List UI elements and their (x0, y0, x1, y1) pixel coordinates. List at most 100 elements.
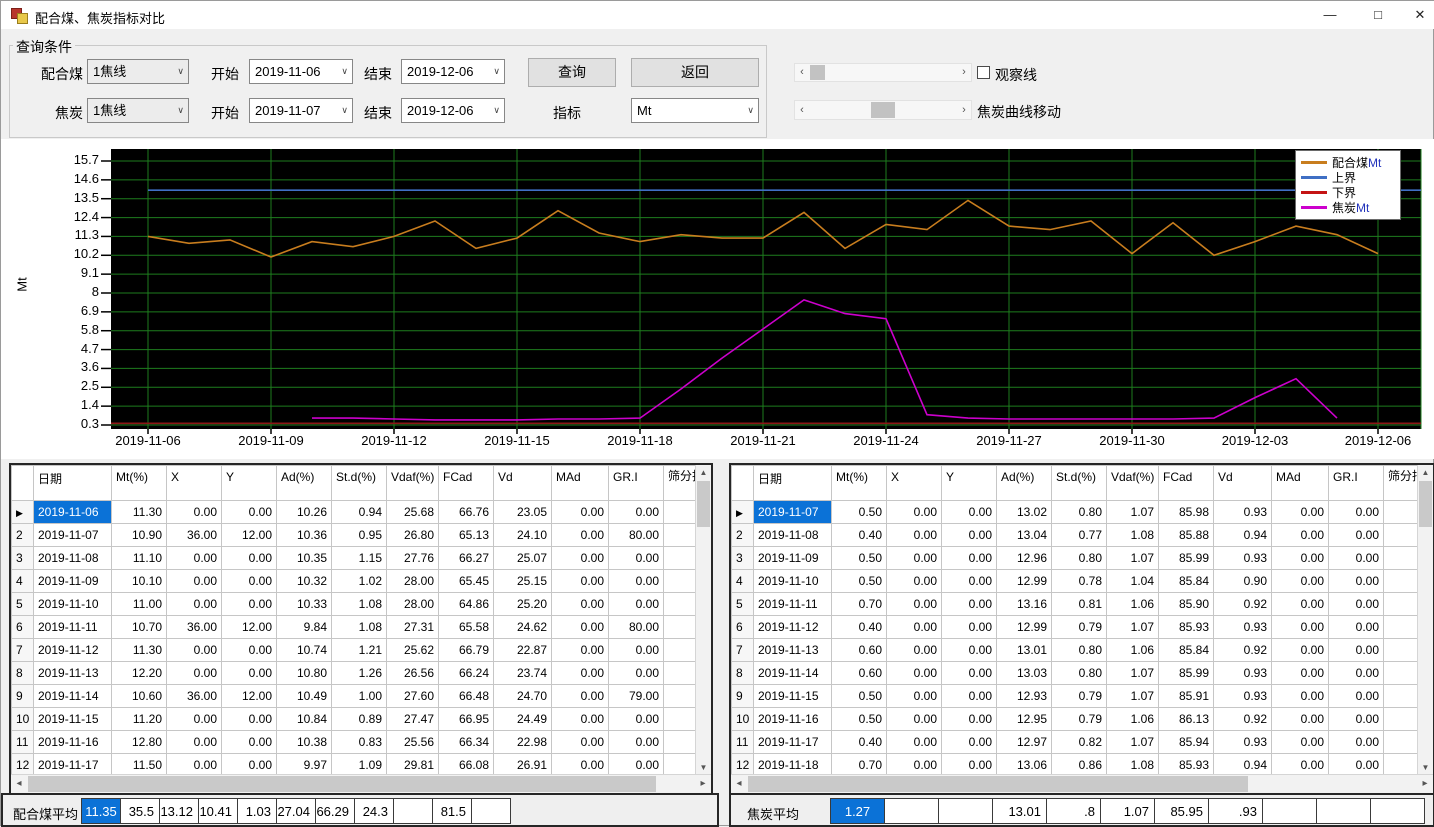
column-header[interactable]: 日期 (34, 466, 112, 501)
close-button[interactable]: ✕ (1402, 1, 1434, 29)
table-cell[interactable]: 0.00 (942, 501, 997, 524)
table-cell[interactable]: 10.84 (277, 708, 332, 731)
row-header[interactable]: 8 (732, 662, 754, 685)
table-cell[interactable]: 0.00 (222, 708, 277, 731)
table-cell[interactable]: 0.00 (1329, 547, 1384, 570)
table-cell[interactable]: 1.06 (1107, 708, 1159, 731)
scroll-right-icon[interactable]: ▸ (695, 775, 711, 793)
table-cell[interactable]: 27.31 (387, 616, 439, 639)
table-cell[interactable]: 10.90 (112, 524, 167, 547)
row-header[interactable]: 6 (732, 616, 754, 639)
table-cell[interactable]: 0. (664, 524, 697, 547)
table-cell[interactable]: 66.27 (439, 547, 494, 570)
table-cell[interactable]: 0.00 (222, 547, 277, 570)
column-header[interactable]: X (167, 466, 222, 501)
table-cell[interactable]: 0.00 (942, 708, 997, 731)
table-cell[interactable]: 66.34 (439, 731, 494, 754)
table-cell[interactable]: 0.00 (167, 754, 222, 776)
table-cell[interactable]: 0.90 (1214, 570, 1272, 593)
table-cell[interactable]: 0. (1384, 708, 1419, 731)
table-cell[interactable]: 0.00 (552, 501, 609, 524)
table-cell[interactable]: 0. (664, 662, 697, 685)
scroll-up-icon[interactable]: ▲ (1418, 465, 1433, 480)
average-cell[interactable]: 27.04 (276, 798, 316, 824)
row-header[interactable]: 9 (732, 685, 754, 708)
table-cell[interactable]: 0.00 (167, 639, 222, 662)
coke-series-select[interactable]: 1焦线 ∨ (87, 98, 189, 123)
table-cell[interactable]: 0.00 (167, 662, 222, 685)
table-cell[interactable]: 85.94 (1159, 731, 1214, 754)
table-cell[interactable]: 0.00 (552, 616, 609, 639)
row-header[interactable]: 5 (732, 593, 754, 616)
table-cell[interactable]: 1.07 (1107, 662, 1159, 685)
table-cell[interactable]: 12.20 (112, 662, 167, 685)
column-header[interactable]: St.d(%) (1052, 466, 1107, 501)
row-header[interactable]: 7 (12, 639, 34, 662)
table-cell[interactable]: 0.00 (167, 731, 222, 754)
table-cell[interactable]: 0. (664, 570, 697, 593)
table-cell[interactable]: 66.95 (439, 708, 494, 731)
table-cell[interactable]: 28.00 (387, 593, 439, 616)
column-header[interactable]: FCad (439, 466, 494, 501)
table-cell[interactable]: 0. (664, 501, 697, 524)
column-header[interactable]: Ad(%) (997, 466, 1052, 501)
column-header[interactable]: Ad(%) (277, 466, 332, 501)
table-cell[interactable]: 0.00 (1272, 662, 1329, 685)
table-cell[interactable]: 10.60 (112, 685, 167, 708)
table-cell[interactable]: 0.00 (1329, 731, 1384, 754)
table-cell[interactable]: 0.00 (1272, 708, 1329, 731)
table-cell[interactable]: 0.00 (222, 570, 277, 593)
table-cell[interactable]: 23.74 (494, 662, 552, 685)
table-cell[interactable]: 66.08 (439, 754, 494, 776)
table-cell[interactable]: 1.06 (1107, 639, 1159, 662)
row-header[interactable]: 11 (732, 731, 754, 754)
table-cell[interactable]: 2019-11-08 (754, 524, 832, 547)
table-cell[interactable]: 0.00 (942, 754, 997, 776)
blend-series-select[interactable]: 1焦线 ∨ (87, 59, 189, 84)
scrollbar-thumb[interactable] (748, 776, 1248, 792)
table-cell[interactable]: 10.74 (277, 639, 332, 662)
table-cell[interactable]: 0.00 (609, 754, 664, 776)
table-cell[interactable]: 2019-11-13 (754, 639, 832, 662)
table-cell[interactable]: 86.13 (1159, 708, 1214, 731)
column-header[interactable]: GR.I (1329, 466, 1384, 501)
table-cell[interactable]: 2019-11-07 (34, 524, 112, 547)
table-cell[interactable]: 0.00 (887, 685, 942, 708)
table-cell[interactable]: 13.16 (997, 593, 1052, 616)
table-cell[interactable]: 0.00 (887, 593, 942, 616)
table-cell[interactable]: 2019-11-10 (754, 570, 832, 593)
table-cell[interactable]: 0.00 (1272, 570, 1329, 593)
table-cell[interactable]: 0.00 (1329, 570, 1384, 593)
table-cell[interactable]: 0.00 (1272, 639, 1329, 662)
table-cell[interactable]: 1.09 (332, 754, 387, 776)
table-cell[interactable]: 27.47 (387, 708, 439, 731)
column-header[interactable]: MAd (1272, 466, 1329, 501)
table-cell[interactable]: 0.00 (1272, 731, 1329, 754)
table-cell[interactable]: 0.00 (942, 639, 997, 662)
table-cell[interactable]: 0.00 (167, 570, 222, 593)
table-cell[interactable]: 0.80 (1052, 639, 1107, 662)
scroll-left-icon[interactable]: ◂ (731, 775, 747, 793)
row-header[interactable]: 12 (12, 754, 34, 776)
table-cell[interactable]: 13.03 (997, 662, 1052, 685)
column-header[interactable]: GR.I (609, 466, 664, 501)
scrollbar-thumb[interactable] (871, 102, 895, 118)
table-cell[interactable]: 85.88 (1159, 524, 1214, 547)
column-header[interactable]: 筛分指数 (1384, 466, 1419, 501)
row-header[interactable]: 2 (12, 524, 34, 547)
minimize-button[interactable]: — (1312, 1, 1348, 29)
table-cell[interactable]: 0.00 (222, 639, 277, 662)
table-cell[interactable]: 11.10 (112, 547, 167, 570)
table-cell[interactable]: 0. (1384, 501, 1419, 524)
table-cell[interactable]: 0.00 (222, 501, 277, 524)
coke-curve-move-scrollbar[interactable]: ‹ › (794, 100, 972, 120)
table-cell[interactable]: 66.76 (439, 501, 494, 524)
table-cell[interactable]: 0.00 (887, 501, 942, 524)
table-cell[interactable]: 10.35 (277, 547, 332, 570)
column-header[interactable]: X (887, 466, 942, 501)
table-cell[interactable]: 0.00 (1329, 524, 1384, 547)
column-header[interactable]: FCad (1159, 466, 1214, 501)
table-cell[interactable]: 85.91 (1159, 685, 1214, 708)
table-cell[interactable]: 0.00 (552, 593, 609, 616)
average-cell[interactable] (1370, 798, 1425, 824)
